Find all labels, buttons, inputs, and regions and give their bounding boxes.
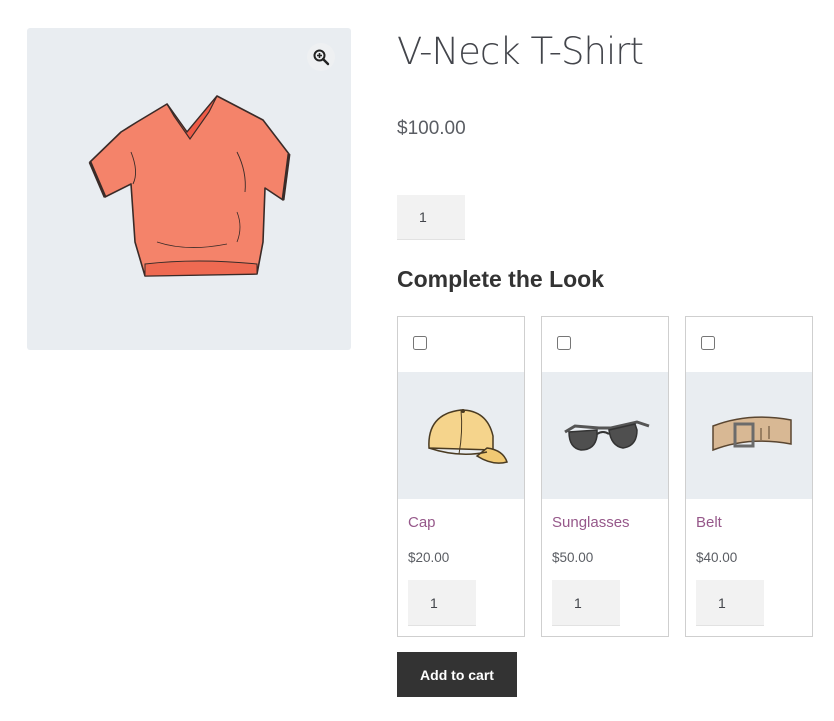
cap-image[interactable]	[411, 392, 511, 478]
sunglasses-image[interactable]	[555, 392, 655, 478]
product-gallery	[27, 28, 351, 350]
tshirt-image[interactable]	[87, 92, 293, 284]
belt-quantity-input[interactable]	[696, 580, 764, 626]
complete-the-look-list: Cap $20.00 Sunglasses $50.00	[397, 316, 813, 638]
quantity-input[interactable]	[397, 195, 465, 240]
sunglasses-quantity-input[interactable]	[552, 580, 620, 626]
belt-image-container	[686, 372, 812, 499]
sunglasses-link[interactable]: Sunglasses	[552, 514, 630, 531]
zoom-icon[interactable]	[307, 43, 335, 71]
product-page: V-Neck T-Shirt $100.00 Complete the Look…	[0, 0, 834, 721]
select-cap-checkbox[interactable]	[413, 336, 427, 350]
product-price: $100.00	[397, 118, 466, 139]
cap-image-container	[398, 372, 524, 499]
belt-image[interactable]	[699, 392, 799, 478]
belt-price: $40.00	[696, 550, 738, 565]
sunglasses-image-container	[542, 372, 668, 499]
belt-link[interactable]: Belt	[696, 514, 722, 531]
look-card-belt: Belt $40.00	[685, 316, 813, 637]
cap-price: $20.00	[408, 550, 450, 565]
select-belt-checkbox[interactable]	[701, 336, 715, 350]
product-title: V-Neck T-Shirt	[397, 30, 644, 73]
look-card-cap: Cap $20.00	[397, 316, 525, 637]
product-summary: V-Neck T-Shirt $100.00 Complete the Look…	[397, 0, 834, 721]
look-card-sunglasses: Sunglasses $50.00	[541, 316, 669, 637]
cap-link[interactable]: Cap	[408, 514, 436, 531]
add-to-cart-button[interactable]: Add to cart	[397, 652, 517, 697]
complete-the-look-heading: Complete the Look	[397, 266, 605, 292]
cap-quantity-input[interactable]	[408, 580, 476, 626]
sunglasses-price: $50.00	[552, 550, 594, 565]
select-sunglasses-checkbox[interactable]	[557, 336, 571, 350]
